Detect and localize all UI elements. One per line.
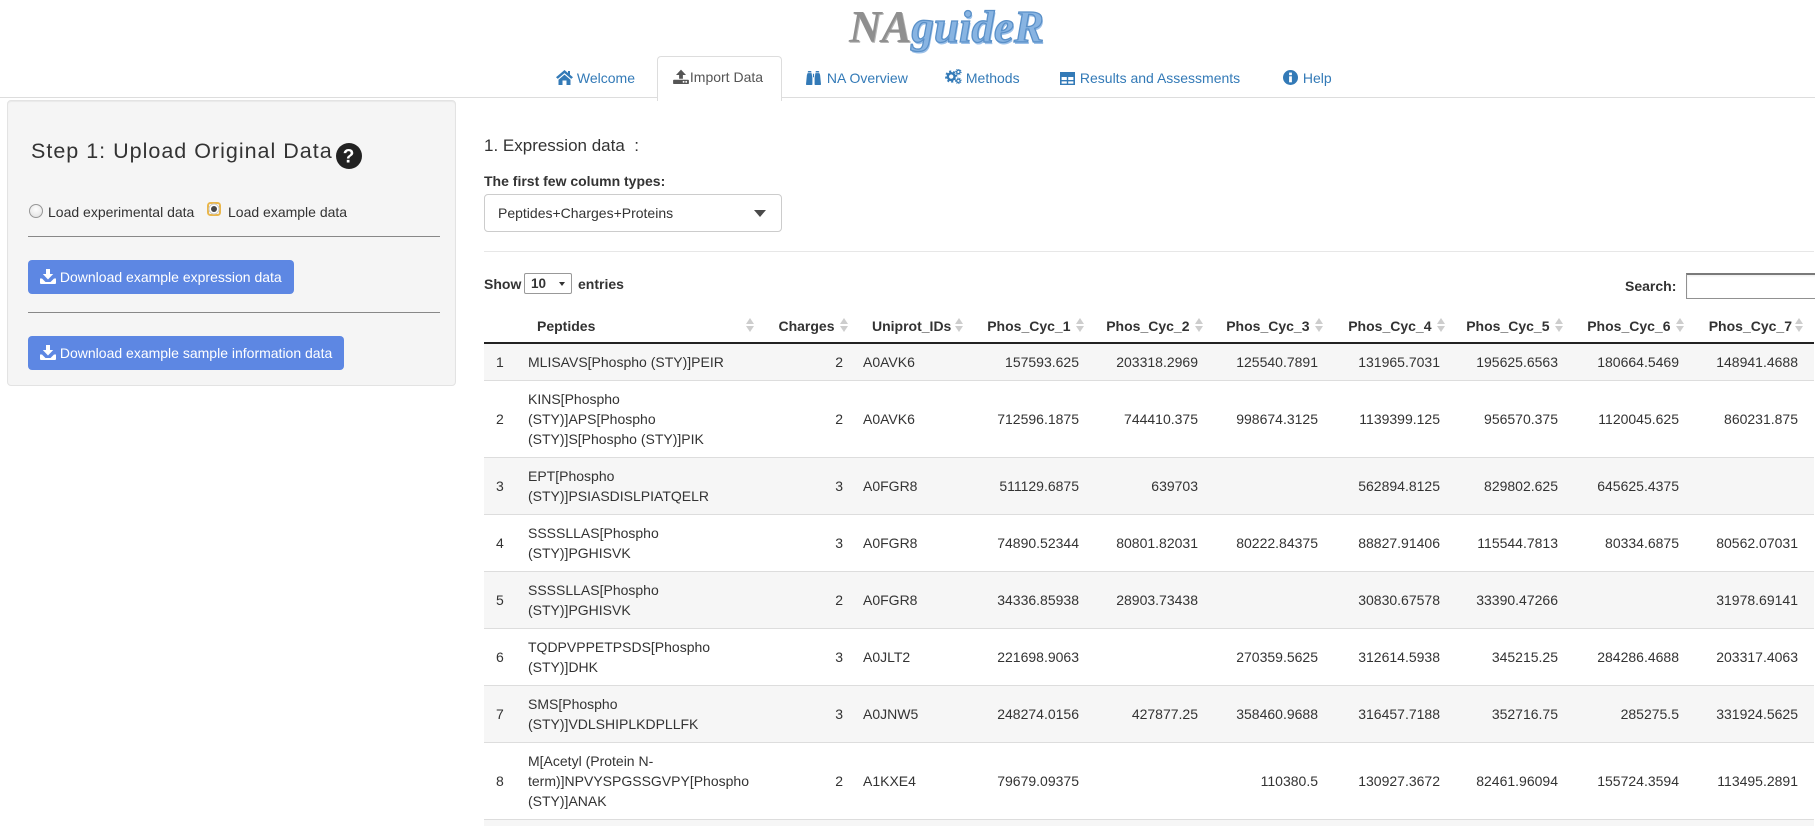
svg-text:?: ? [342, 147, 355, 168]
